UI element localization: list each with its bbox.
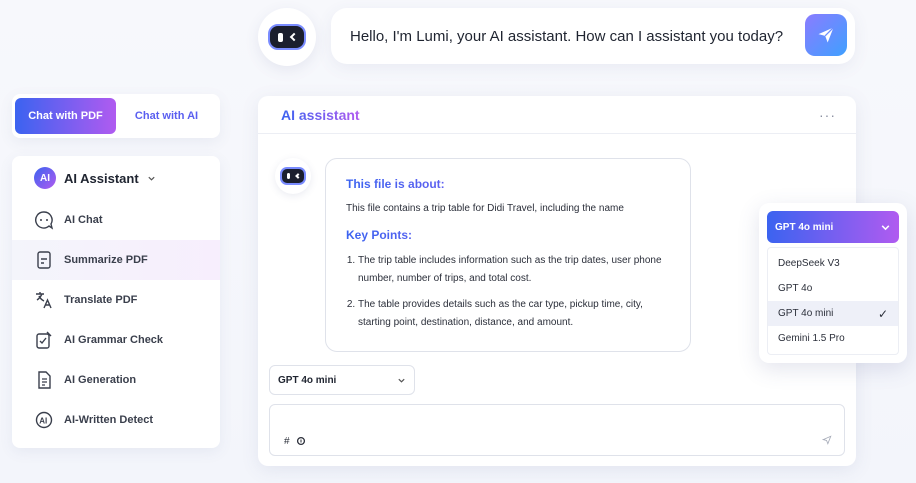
list-item: The table provides details such as the c… [358, 296, 670, 332]
svg-text:AI: AI [39, 417, 47, 426]
hashtag-icon[interactable]: # [284, 436, 290, 447]
sidebar-item-label: AI Chat [64, 214, 103, 226]
send-icon[interactable] [822, 435, 832, 445]
message-heading: This file is about: [346, 177, 670, 191]
translate-icon [34, 290, 54, 310]
sidebar-item-label: AI-Written Detect [64, 414, 154, 426]
model-option-deepseek-v3[interactable]: DeepSeek V3 [768, 251, 898, 276]
tab-chat-with-ai[interactable]: Chat with AI [116, 98, 217, 134]
document-generate-icon [34, 370, 54, 390]
sidebar-item-grammar-check[interactable]: AI Grammar Check [12, 320, 220, 360]
lumi-message-avatar [275, 158, 311, 194]
panel-title: AI assistant [281, 106, 360, 123]
sidebar-item-label: Translate PDF [64, 294, 138, 306]
message-summary: This file contains a trip table for Didi… [346, 203, 624, 214]
chevron-down-icon [148, 176, 155, 181]
model-option-gpt-4o-mini[interactable]: GPT 4o mini ✓ [768, 301, 898, 326]
message-input[interactable]: # [269, 404, 845, 456]
sidebar-item-summarize-pdf[interactable]: Summarize PDF [12, 240, 220, 280]
model-select-value: GPT 4o mini [278, 374, 337, 386]
attachment-icon[interactable] [296, 436, 306, 446]
checkmark-icon: ✓ [877, 306, 888, 321]
option-label: GPT 4o mini [778, 308, 834, 319]
model-dropdown-header[interactable]: GPT 4o mini [767, 211, 899, 243]
sidebar-item-translate-pdf[interactable]: Translate PDF [12, 280, 220, 320]
option-label: Gemini 1.5 Pro [778, 333, 845, 344]
ai-logo-icon: AI [34, 167, 56, 189]
model-select[interactable]: GPT 4o mini [269, 365, 415, 395]
robot-icon [280, 167, 306, 185]
model-option-gpt-4o[interactable]: GPT 4o [768, 276, 898, 301]
list-item: The trip table includes information such… [358, 252, 670, 288]
grammar-check-icon [34, 330, 54, 350]
model-dropdown: GPT 4o mini DeepSeek V3 GPT 4o GPT 4o mi… [759, 203, 907, 363]
robot-icon [268, 24, 306, 50]
model-options: DeepSeek V3 GPT 4o GPT 4o mini ✓ Gemini … [767, 247, 899, 355]
sidebar-item-label: Summarize PDF [64, 254, 148, 266]
paper-plane-icon [818, 27, 834, 43]
sidebar-item-ai-written-detect[interactable]: AI AI-Written Detect [12, 400, 220, 440]
sidebar-item-label: AI Grammar Check [64, 334, 164, 346]
send-button[interactable] [805, 14, 847, 56]
document-summary-icon [34, 250, 54, 270]
model-dropdown-selected: GPT 4o mini [775, 221, 834, 233]
chevron-down-icon [881, 224, 890, 230]
chevron-down-icon [398, 378, 405, 383]
input-tools: # [284, 436, 306, 447]
key-points-heading: Key Points: [346, 228, 670, 242]
key-points-list: The trip table includes information such… [346, 252, 670, 332]
mode-tabs: Chat with PDF Chat with AI [12, 94, 220, 138]
ai-detect-icon: AI [34, 410, 54, 430]
panel-header: AI assistant ··· [258, 96, 856, 134]
assistant-label: AI Assistant [64, 170, 139, 186]
sidebar-item-label: AI Generation [64, 374, 137, 386]
greeting-bubble: Hello, I'm Lumi, your AI assistant. How … [331, 8, 855, 64]
sidebar-item-ai-generation[interactable]: AI Generation [12, 360, 220, 400]
model-option-gemini-1-5-pro[interactable]: Gemini 1.5 Pro [768, 326, 898, 351]
greeting-text: Hello, I'm Lumi, your AI assistant. How … [350, 27, 784, 45]
option-label: DeepSeek V3 [778, 258, 840, 269]
assistant-dropdown[interactable]: AI AI Assistant [12, 156, 220, 200]
sidebar-item-ai-chat[interactable]: AI Chat [12, 200, 220, 240]
assistant-message: This file is about: This file contains a… [325, 158, 691, 352]
chat-bubble-icon [34, 210, 54, 230]
option-label: GPT 4o [778, 283, 813, 294]
lumi-avatar [258, 8, 316, 66]
more-options-icon[interactable]: ··· [819, 107, 836, 123]
tab-chat-with-pdf[interactable]: Chat with PDF [15, 98, 116, 134]
sidebar: AI AI Assistant AI Chat Summarize PDF Tr… [12, 156, 220, 448]
